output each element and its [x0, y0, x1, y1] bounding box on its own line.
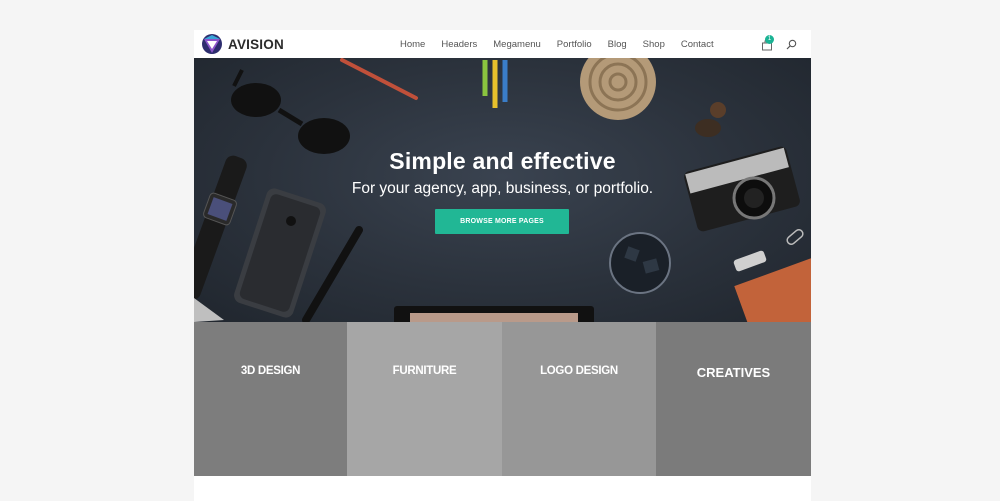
nav-shop[interactable]: Shop	[643, 39, 665, 50]
category-tile-logo-design[interactable]: LOGO DESIGN	[502, 322, 656, 476]
cart-count-badge: 1	[765, 35, 774, 44]
nav-blog[interactable]: Blog	[608, 39, 627, 50]
site-header: AVISION Home Headers Megamenu Portfolio …	[194, 30, 811, 58]
category-tile-furniture[interactable]: FURNITURE	[347, 322, 502, 476]
logo[interactable]: AVISION	[201, 33, 284, 55]
nav-portfolio[interactable]: Portfolio	[557, 39, 592, 50]
content-area	[194, 476, 811, 501]
category-label: 3D DESIGN	[240, 365, 301, 377]
page: AVISION Home Headers Megamenu Portfolio …	[0, 0, 1000, 501]
hero-subtitle: For your agency, app, business, or portf…	[351, 180, 654, 197]
hero-title: Simple and effective	[389, 148, 616, 174]
category-label: LOGO DESIGN	[540, 365, 618, 377]
hero-banner: Simple and effective For your agency, ap…	[194, 58, 811, 322]
brand-name: AVISION	[228, 36, 284, 52]
category-label: FURNITURE	[392, 365, 457, 377]
avision-logo-icon	[202, 34, 222, 54]
category-tile-3d-design[interactable]: 3D DESIGN	[194, 322, 347, 476]
main-nav: Home Headers Megamenu Portfolio Blog Sho…	[400, 39, 714, 50]
nav-megamenu[interactable]: Megamenu	[493, 39, 541, 50]
category-tiles: 3D DESIGN FURNITURE LOGO DESIGN CREATIVE…	[194, 322, 811, 476]
nav-headers[interactable]: Headers	[441, 39, 477, 50]
browse-more-pages-button[interactable]: BROWSE MORE PAGES	[435, 209, 569, 234]
category-tile-creatives[interactable]: CREATIVES	[656, 322, 811, 476]
category-label: CREATIVES	[696, 365, 771, 380]
search-icon[interactable]	[786, 39, 797, 50]
nav-contact[interactable]: Contact	[681, 39, 714, 50]
nav-home[interactable]: Home	[400, 39, 425, 50]
